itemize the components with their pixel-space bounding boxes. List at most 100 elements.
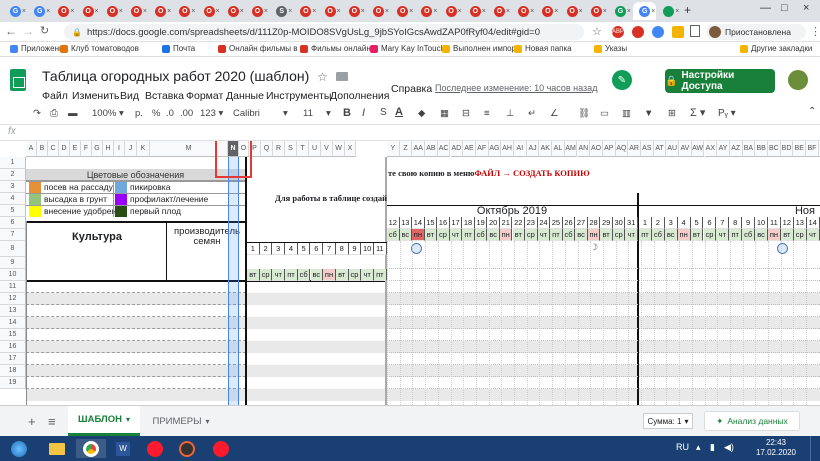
- bookmark-item[interactable]: Почта: [162, 44, 195, 53]
- bold-button[interactable]: B: [343, 107, 351, 119]
- decrease-decimal-button[interactable]: .0: [166, 108, 174, 119]
- browser-tab[interactable]: O ×: [125, 2, 148, 20]
- column-header[interactable]: W: [333, 141, 345, 157]
- clock[interactable]: 22:43 17.02.2020: [748, 438, 804, 458]
- percent-button[interactable]: %: [152, 108, 160, 119]
- column-header[interactable]: AT: [653, 141, 667, 157]
- column-header[interactable]: AY: [717, 141, 730, 157]
- url-input[interactable]: 🔒 https://docs.google.com/spreadsheets/d…: [64, 24, 584, 40]
- redo-icon[interactable]: ↷: [33, 108, 41, 119]
- close-tab-icon[interactable]: ×: [530, 8, 534, 15]
- minimize-icon[interactable]: —: [760, 2, 771, 14]
- row-header[interactable]: 2: [0, 169, 26, 181]
- increase-decimal-button[interactable]: .00: [180, 108, 193, 119]
- row-header[interactable]: 9: [0, 257, 26, 269]
- column-header[interactable]: C: [48, 141, 59, 157]
- close-tab-icon[interactable]: ×: [675, 8, 679, 15]
- chrome-taskbar-icon[interactable]: [76, 439, 106, 458]
- close-tab-icon[interactable]: ×: [216, 8, 220, 15]
- column-header[interactable]: AD: [450, 141, 464, 157]
- close-tab-icon[interactable]: ×: [167, 8, 171, 15]
- strikethrough-button[interactable]: S: [380, 107, 387, 118]
- account-avatar[interactable]: [788, 70, 808, 90]
- row-header[interactable]: 3: [0, 181, 26, 193]
- merge-cells-icon[interactable]: ⊟: [462, 108, 470, 119]
- row-header[interactable]: 15: [0, 329, 26, 341]
- sheet-tab-template[interactable]: ШАБЛОН ▾: [68, 406, 140, 436]
- more-vert-icon[interactable]: ⋮: [810, 25, 820, 38]
- row-header[interactable]: 13: [0, 305, 26, 317]
- column-header[interactable]: A: [26, 141, 37, 157]
- browser-tab[interactable]: G ×: [609, 2, 632, 20]
- close-tab-icon[interactable]: ×: [458, 8, 462, 15]
- close-tab-icon[interactable]: ×: [119, 8, 123, 15]
- column-header[interactable]: H: [103, 141, 114, 157]
- close-tab-icon[interactable]: ×: [385, 8, 389, 15]
- star-icon[interactable]: ☆: [317, 70, 328, 84]
- browser-tab[interactable]: O ×: [415, 2, 438, 20]
- extension-icon[interactable]: [690, 25, 700, 37]
- font-select[interactable]: Calibri: [233, 108, 260, 119]
- number-format-select[interactable]: 123 ▾: [200, 108, 223, 119]
- forward-icon[interactable]: →: [22, 24, 34, 38]
- column-header[interactable]: V: [321, 141, 333, 157]
- close-tab-icon[interactable]: ×: [191, 8, 195, 15]
- collapse-toolbar-icon[interactable]: ⌃: [808, 106, 816, 117]
- column-header[interactable]: AV: [679, 141, 692, 157]
- row-header[interactable]: 14: [0, 317, 26, 329]
- profile-button[interactable]: Приостановлена: [706, 24, 806, 40]
- close-tab-icon[interactable]: ×: [433, 8, 437, 15]
- column-header[interactable]: D: [59, 141, 70, 157]
- yandex-taskbar-icon[interactable]: [172, 439, 202, 458]
- star-icon[interactable]: ☆: [592, 25, 602, 38]
- close-tab-icon[interactable]: ×: [651, 8, 655, 15]
- column-header[interactable]: AF: [475, 141, 489, 157]
- paint-format-icon[interactable]: ▬: [68, 108, 78, 119]
- close-tab-icon[interactable]: ×: [554, 8, 558, 15]
- row-header[interactable]: 5: [0, 205, 26, 217]
- currency-button[interactable]: р.: [135, 108, 143, 119]
- start-button[interactable]: [4, 439, 34, 458]
- print-icon[interactable]: ⎙: [50, 108, 58, 119]
- bookmark-item[interactable]: Выполнен импорт: [442, 44, 520, 53]
- column-header[interactable]: Y: [387, 141, 400, 157]
- input-tools-icon[interactable]: Pᵧ ▾: [718, 108, 736, 119]
- menu-item[interactable]: Файл: [42, 90, 68, 102]
- text-color-button[interactable]: A: [395, 106, 403, 118]
- maximize-icon[interactable]: □: [781, 2, 788, 14]
- browser-tab[interactable]: O ×: [585, 2, 608, 20]
- browser-tab[interactable]: O ×: [173, 2, 196, 20]
- column-header[interactable]: S: [285, 141, 297, 157]
- column-header[interactable]: AE: [463, 141, 476, 157]
- document-title[interactable]: Таблица огородных работ 2020 (шаблон) ☆: [42, 68, 348, 84]
- extension-icon[interactable]: [652, 26, 664, 38]
- column-header[interactable]: AB: [425, 141, 438, 157]
- add-sheet-button[interactable]: +: [28, 414, 36, 429]
- column-header[interactable]: AI: [514, 141, 527, 157]
- browser-tab[interactable]: O ×: [343, 2, 366, 20]
- chevron-down-icon[interactable]: ▾: [283, 108, 288, 119]
- column-header[interactable]: J: [125, 141, 137, 157]
- word-taskbar-icon[interactable]: W: [108, 439, 138, 458]
- browser-tab[interactable]: O ×: [101, 2, 124, 20]
- column-header[interactable]: BA: [742, 141, 756, 157]
- browser-tab[interactable]: O ×: [367, 2, 390, 20]
- column-header[interactable]: AQ: [615, 141, 629, 157]
- column-header[interactable]: BB: [755, 141, 768, 157]
- close-tab-icon[interactable]: ×: [579, 8, 583, 15]
- close-tab-icon[interactable]: ×: [70, 8, 74, 15]
- close-tab-icon[interactable]: ×: [264, 8, 268, 15]
- column-header[interactable]: AO: [590, 141, 603, 157]
- filter-views-icon[interactable]: ⊞: [668, 108, 676, 119]
- row-header[interactable]: 18: [0, 365, 26, 377]
- tray-arrow-icon[interactable]: ▴: [696, 442, 701, 453]
- bookmark-item[interactable]: Указы: [594, 44, 627, 53]
- close-tab-icon[interactable]: ×: [506, 8, 510, 15]
- browser-tab[interactable]: ×: [657, 2, 680, 20]
- explorer-taskbar-icon[interactable]: [42, 439, 72, 458]
- opera-taskbar-icon[interactable]: [206, 439, 236, 458]
- close-tab-icon[interactable]: ×: [312, 8, 316, 15]
- column-header[interactable]: AR: [628, 141, 641, 157]
- network-icon[interactable]: ▮: [710, 442, 715, 453]
- chevron-down-icon[interactable]: ▾: [326, 108, 331, 119]
